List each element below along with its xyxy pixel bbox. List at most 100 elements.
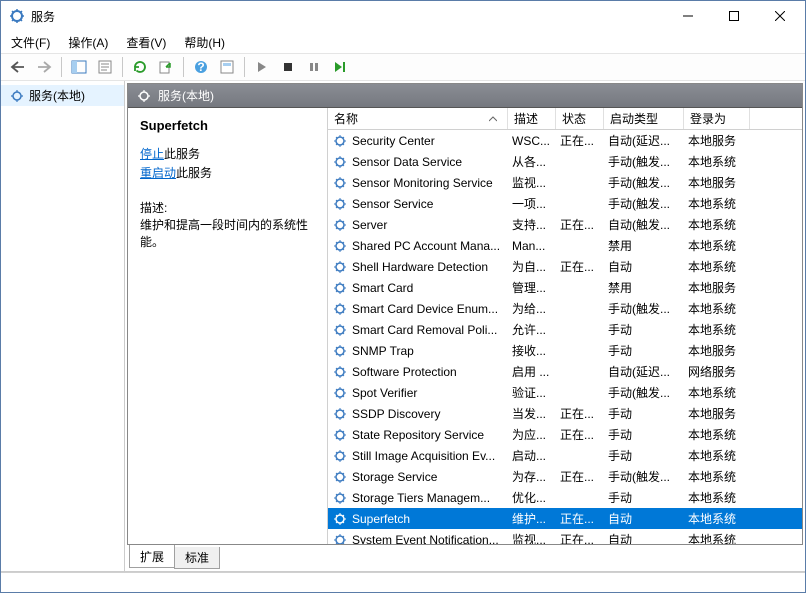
service-name: Smart Card Removal Poli... [352,323,497,337]
menu-action[interactable]: 操作(A) [64,32,112,53]
service-desc: 监视... [508,174,556,191]
service-desc: 从各... [508,153,556,170]
service-row[interactable]: State Repository Service为应...正在...手动本地系统 [328,424,802,445]
service-startup: 手动 [604,405,684,422]
service-status: 正在... [556,531,604,544]
col-name[interactable]: 名称 [328,108,508,129]
detail-pane: Superfetch 停止此服务 重启动此服务 描述: 维护和提高一段时间内的系… [128,108,328,544]
help-button[interactable]: ? [190,56,212,78]
col-logon[interactable]: 登录为 [684,108,750,129]
service-row[interactable]: Storage Service为存...正在...手动(触发...本地系统 [328,466,802,487]
service-desc: 接收... [508,342,556,359]
maximize-button[interactable] [711,2,757,30]
service-row[interactable]: Security CenterWSC...正在...自动(延迟...本地服务 [328,130,802,151]
menu-view[interactable]: 查看(V) [122,32,170,53]
service-desc: 为自... [508,258,556,275]
col-desc[interactable]: 描述 [508,108,556,129]
minimize-button[interactable] [665,2,711,30]
services-list: 名称 描述 状态 启动类型 登录为 Security CenterWSC...正… [328,108,802,544]
show-hide-tree-button[interactable] [68,56,90,78]
service-row[interactable]: Sensor Monitoring Service监视...手动(触发...本地… [328,172,802,193]
restart-link[interactable]: 重启动 [140,166,176,180]
menu-help[interactable]: 帮助(H) [180,32,229,53]
service-row[interactable]: Smart Card Removal Poli...允许...手动本地系统 [328,319,802,340]
service-icon [332,343,348,359]
service-logon: 本地服务 [684,132,750,149]
service-row[interactable]: Sensor Service一项...手动(触发...本地系统 [328,193,802,214]
forward-button[interactable] [33,56,55,78]
service-desc: 维护... [508,510,556,527]
service-logon: 本地系统 [684,468,750,485]
service-icon [332,238,348,254]
service-row[interactable]: Server支持...正在...自动(触发...本地系统 [328,214,802,235]
service-icon [332,532,348,545]
service-status: 正在... [556,216,604,233]
col-startup[interactable]: 启动类型 [604,108,684,129]
service-startup: 禁用 [604,237,684,254]
service-name: Shared PC Account Mana... [352,239,500,253]
titlebar: 服务 [1,1,805,31]
tree-node-label: 服务(本地) [29,87,85,104]
refresh-button[interactable] [129,56,151,78]
panel-header: 服务(本地) [128,84,802,108]
service-startup: 自动(触发... [604,216,684,233]
service-startup: 自动 [604,258,684,275]
service-name: Spot Verifier [352,386,417,400]
pause-service-button[interactable] [303,56,325,78]
menubar: 文件(F) 操作(A) 查看(V) 帮助(H) [1,31,805,53]
tab-extended[interactable]: 扩展 [129,545,175,568]
properties-button[interactable] [94,56,116,78]
service-name: Sensor Service [352,197,433,211]
service-startup: 手动(触发... [604,174,684,191]
panel-header-label: 服务(本地) [158,87,214,104]
back-button[interactable] [7,56,29,78]
service-status: 正在... [556,426,604,443]
col-status[interactable]: 状态 [556,108,604,129]
service-desc: 当发... [508,405,556,422]
service-icon [332,259,348,275]
stop-service-button[interactable] [277,56,299,78]
restart-service-button[interactable] [329,56,351,78]
menu-file[interactable]: 文件(F) [7,32,54,53]
service-logon: 本地系统 [684,321,750,338]
start-service-button[interactable] [251,56,273,78]
tree-node-services-local[interactable]: 服务(本地) [1,85,124,106]
service-row[interactable]: Superfetch维护...正在...自动本地系统 [328,508,802,529]
service-row[interactable]: Smart Card Device Enum...为给...手动(触发...本地… [328,298,802,319]
service-row[interactable]: Spot Verifier验证...手动(触发...本地系统 [328,382,802,403]
service-startup: 自动 [604,510,684,527]
service-startup: 手动 [604,447,684,464]
service-row[interactable]: Software Protection启用 ...自动(延迟...网络服务 [328,361,802,382]
stop-link[interactable]: 停止 [140,147,164,161]
service-icon [332,448,348,464]
service-row[interactable]: Smart Card管理...禁用本地服务 [328,277,802,298]
desc-label: 描述: [140,199,315,216]
service-row[interactable]: System Event Notification...监视...正在...自动… [328,529,802,544]
service-status: 正在... [556,258,604,275]
service-row[interactable]: SSDP Discovery当发...正在...手动本地服务 [328,403,802,424]
service-desc: 优化... [508,489,556,506]
service-row[interactable]: Shell Hardware Detection为自...正在...自动本地系统 [328,256,802,277]
service-row[interactable]: SNMP Trap接收...手动本地服务 [328,340,802,361]
service-name: Storage Tiers Managem... [352,491,490,505]
service-status: 正在... [556,510,604,527]
export-button[interactable] [155,56,177,78]
service-desc: 一项... [508,195,556,212]
service-logon: 本地系统 [684,153,750,170]
snapshot-button[interactable] [216,56,238,78]
service-startup: 手动(触发... [604,195,684,212]
service-name: Smart Card [352,281,413,295]
service-icon [332,385,348,401]
tab-standard[interactable]: 标准 [174,547,220,569]
service-row[interactable]: Storage Tiers Managem...优化...手动本地系统 [328,487,802,508]
service-logon: 本地系统 [684,216,750,233]
close-button[interactable] [757,2,803,30]
service-logon: 本地系统 [684,384,750,401]
service-row[interactable]: Sensor Data Service从各...手动(触发...本地系统 [328,151,802,172]
service-row[interactable]: Shared PC Account Mana...Man...禁用本地系统 [328,235,802,256]
service-icon [332,427,348,443]
service-logon: 本地系统 [684,237,750,254]
svg-text:?: ? [197,60,204,74]
rows-container[interactable]: Security CenterWSC...正在...自动(延迟...本地服务Se… [328,130,802,544]
service-row[interactable]: Still Image Acquisition Ev...启动...手动本地系统 [328,445,802,466]
